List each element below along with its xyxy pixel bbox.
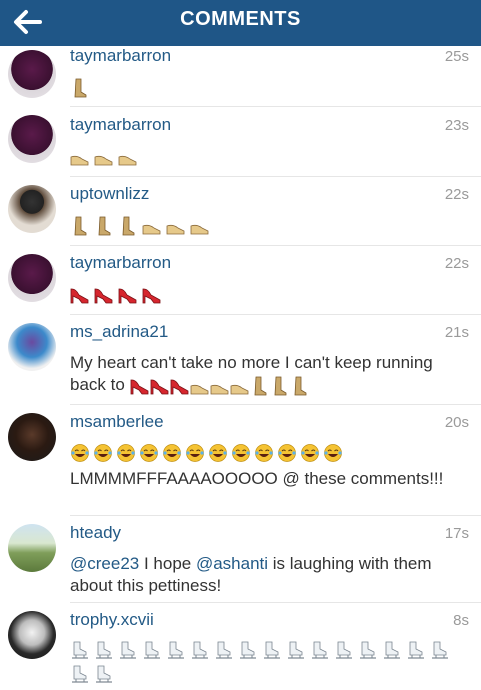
username-link[interactable]: taymarbarron — [70, 253, 171, 273]
timestamp: 23s — [444, 117, 469, 134]
boot-icon — [74, 216, 87, 236]
comment-row: taymarbarron 22s — [0, 246, 481, 314]
username-link[interactable]: taymarbarron — [70, 115, 171, 135]
sandal-icon — [230, 384, 248, 394]
timestamp: 22s — [444, 255, 469, 272]
username-link[interactable]: uptownlizz — [70, 184, 149, 204]
ice-skate-icon — [360, 641, 376, 659]
avatar[interactable] — [8, 254, 56, 302]
laughing-face-icon — [255, 444, 273, 462]
ice-skate-icon — [240, 641, 256, 659]
comment-text: @cree23 I hope @ashanti is laughing with… — [70, 553, 470, 597]
avatar[interactable] — [8, 185, 56, 233]
laughing-face-icon — [163, 444, 181, 462]
heel-icon — [170, 379, 188, 394]
boot-icon — [74, 78, 87, 98]
sandal-icon — [210, 384, 228, 394]
emoji-line — [70, 147, 470, 167]
comment-row: ms_adrina21 21s My heart can't take no m… — [0, 315, 481, 405]
username-link[interactable]: hteady — [70, 523, 121, 543]
ice-skate-icon — [336, 641, 352, 659]
timestamp: 25s — [444, 48, 469, 65]
avatar[interactable] — [8, 115, 56, 163]
ice-skate-icon — [312, 641, 328, 659]
page-title: COMMENTS — [180, 8, 301, 30]
avatar[interactable] — [8, 611, 56, 659]
comment-row: trophy.xcvii 8s — [0, 603, 481, 690]
timestamp: 22s — [444, 186, 469, 203]
sandal-icon — [190, 224, 209, 235]
boot-icon — [98, 216, 111, 236]
sandal-icon — [166, 224, 185, 235]
comment-row: hteady 17s @cree23 I hope @ashanti is la… — [0, 516, 481, 602]
heel-icon — [70, 288, 89, 304]
heel-icon — [130, 379, 148, 394]
comment-row: taymarbarron 25s — [0, 46, 481, 106]
ice-skate-icon — [72, 641, 88, 659]
emoji-line — [70, 285, 470, 305]
heel-icon — [118, 288, 137, 304]
laughing-face-icon — [71, 444, 89, 462]
header-bar: COMMENTS — [0, 0, 481, 46]
comment-row: uptownlizz 22s — [0, 177, 481, 245]
ice-skate-icon — [192, 641, 208, 659]
ice-skate-icon — [264, 641, 280, 659]
sandal-icon — [190, 384, 208, 394]
boot-icon — [274, 376, 286, 395]
laughing-face-icon — [278, 444, 296, 462]
emoji-line — [70, 216, 470, 236]
ice-skate-icon — [384, 641, 400, 659]
ice-skate-icon — [216, 641, 232, 659]
laughing-face-icon — [209, 444, 227, 462]
boot-icon — [294, 376, 306, 395]
boot-icon — [122, 216, 135, 236]
comment-row: taymarbarron 23s — [0, 107, 481, 177]
laughing-face-icon — [186, 444, 204, 462]
sandal-icon — [94, 155, 113, 166]
sandal-icon — [118, 155, 137, 166]
laughing-face-icon — [324, 444, 342, 462]
comment-text: My heart can't take no more I can't keep… — [70, 352, 470, 396]
ice-skate-icon — [120, 641, 136, 659]
heel-icon — [150, 379, 168, 394]
sandal-icon — [142, 224, 161, 235]
mention-link[interactable]: @ashanti — [196, 554, 268, 573]
avatar[interactable] — [8, 323, 56, 371]
laughing-face-icon — [117, 444, 135, 462]
ice-skate-icon — [408, 641, 424, 659]
ice-skate-icon — [168, 641, 184, 659]
ice-skate-icon — [144, 641, 160, 659]
sandal-icon — [70, 155, 89, 166]
ice-skate-icon — [72, 665, 88, 683]
laughing-face-icon — [94, 444, 112, 462]
avatar[interactable] — [8, 413, 56, 461]
timestamp: 21s — [444, 324, 469, 341]
comment-body: I hope — [139, 554, 196, 573]
laughing-face-icon — [301, 444, 319, 462]
username-link[interactable]: msamberlee — [70, 412, 164, 432]
username-link[interactable]: trophy.xcvii — [70, 610, 154, 630]
heel-icon — [142, 288, 161, 304]
username-link[interactable]: ms_adrina21 — [70, 322, 168, 342]
avatar[interactable] — [8, 50, 56, 98]
boot-icon — [254, 376, 266, 395]
emoji-line — [70, 443, 470, 463]
avatar[interactable] — [8, 524, 56, 572]
ice-skate-icon — [96, 665, 112, 683]
timestamp: 20s — [444, 414, 469, 431]
username-link[interactable]: taymarbarron — [70, 46, 171, 66]
timestamp: 17s — [444, 525, 469, 542]
ice-skate-icon — [96, 641, 112, 659]
comment-text: LMMMMFFFAAAAOOOOO @ these comments!!! — [70, 469, 444, 488]
laughing-face-icon — [140, 444, 158, 462]
laughing-face-icon — [232, 444, 250, 462]
ice-skate-icon — [288, 641, 304, 659]
mention-link[interactable]: @cree23 — [70, 554, 139, 573]
comment-row: msamberlee 20s LMMMMFFFAAAAOOOOO @ these… — [0, 405, 481, 515]
heel-icon — [94, 288, 113, 304]
ice-skate-icon — [432, 641, 448, 659]
emoji-line — [70, 640, 470, 684]
emoji-line — [70, 78, 470, 98]
timestamp: 8s — [453, 612, 469, 629]
